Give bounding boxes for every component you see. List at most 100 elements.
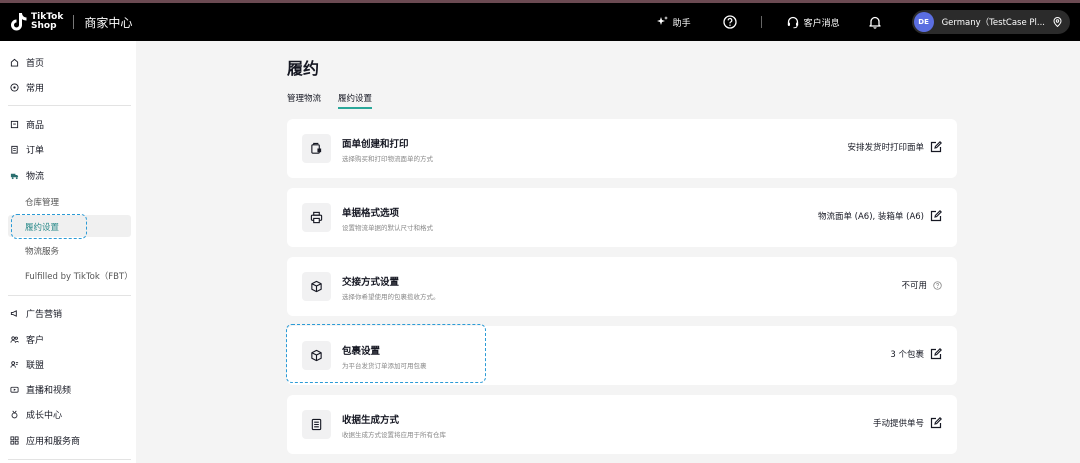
clipboard-icon	[11, 145, 18, 154]
sidebar-item-label: 物流	[26, 172, 45, 182]
edit-icon[interactable]	[930, 417, 942, 429]
apps-grid-icon	[10, 436, 19, 445]
sidebar-divider	[8, 295, 131, 296]
settings-card-document-format[interactable]: 单据格式选项 设置物流单据的默认尺寸和格式 物流面单 (A6), 装箱单 (A6…	[287, 188, 957, 247]
notifications-button[interactable]	[868, 15, 882, 29]
sidebar: 首页 常用 商品 订单 物流 仓库管理 履约设置 物流服务 Fulfilled …	[0, 41, 136, 463]
sidebar-item-affiliate[interactable]: 联盟	[10, 358, 44, 371]
sidebar-item-growth[interactable]: 成长中心	[10, 408, 62, 421]
card-value: 手动提供单号	[873, 417, 942, 429]
card-description: 选择购买和打印物流面单的方式	[342, 155, 433, 163]
help-icon	[722, 15, 737, 29]
megaphone-icon	[10, 310, 17, 317]
account-name: Germany（TestCase Pl...	[941, 18, 1045, 28]
location-pin-icon	[1053, 17, 1062, 27]
sidebar-item-customers[interactable]: 客户	[10, 333, 44, 346]
sidebar-item-live-video[interactable]: 直播和视频	[10, 383, 71, 396]
package-icon	[302, 272, 331, 301]
truck-icon	[10, 173, 19, 180]
settings-card-label-printing[interactable]: 面单创建和打印 选择购买和打印物流面单的方式 安排发货时打印面单	[287, 119, 957, 178]
sidebar-item-common[interactable]: 常用	[10, 81, 44, 94]
brand-title: 商家中心	[84, 15, 133, 30]
card-title: 交接方式设置	[342, 277, 400, 288]
brand[interactable]: TikTok Shop 商家中心	[0, 12, 132, 32]
account-switcher[interactable]: DE Germany（TestCase Pl...	[911, 10, 1070, 34]
label-print-icon	[302, 134, 331, 163]
card-value: 物流面单 (A6), 装箱单 (A6)	[818, 210, 942, 222]
card-value: 安排发货时打印面单	[847, 141, 942, 153]
video-icon	[10, 386, 19, 393]
sidebar-divider	[8, 105, 131, 106]
edit-icon[interactable]	[930, 210, 942, 222]
card-description: 收据生成方式设置将应用于所有仓库	[342, 431, 446, 439]
headset-icon	[787, 16, 798, 29]
bell-icon	[868, 16, 881, 29]
home-icon	[10, 58, 19, 67]
sidebar-item-apps[interactable]: 应用和服务商	[10, 434, 80, 447]
page-title: 履约	[287, 59, 320, 78]
tab-fulfillment-settings[interactable]: 履约设置	[338, 92, 373, 109]
affiliate-icon	[10, 361, 19, 368]
sidebar-item-label: 直播和视频	[26, 386, 72, 396]
settings-card-receipt-generation[interactable]: 收据生成方式 收据生成方式设置将应用于所有仓库 手动提供单号	[287, 395, 957, 454]
card-value: 3 个包裹	[890, 348, 942, 360]
sidebar-item-ads[interactable]: 广告营销	[10, 307, 62, 320]
top-navigation-bar: TikTok Shop 商家中心 助手 客户消息 DE Germany（Test…	[0, 3, 1080, 41]
tiktok-logo-icon	[10, 12, 28, 32]
topbar-divider	[760, 16, 762, 28]
focus-highlight	[11, 214, 87, 239]
sidebar-item-fbt[interactable]: Fulfilled by TikTok（FBT）	[25, 270, 133, 282]
star-circle-icon	[10, 83, 19, 92]
sidebar-item-orders[interactable]: 订单	[10, 143, 44, 156]
assistant-label: 助手	[672, 18, 691, 29]
card-value-text: 物流面单 (A6), 装箱单 (A6)	[817, 212, 924, 222]
brand-line-2: Shop	[31, 21, 57, 31]
info-icon[interactable]	[933, 280, 942, 290]
sidebar-item-label: 商品	[26, 121, 45, 131]
customer-messages-button[interactable]: 客户消息	[786, 15, 840, 29]
card-title: 面单创建和打印	[342, 139, 409, 150]
customers-icon	[10, 336, 19, 343]
card-title: 单据格式选项	[342, 208, 400, 219]
card-value-text: 3 个包裹	[890, 350, 924, 360]
topbar-actions: 助手 客户消息 DE Germany（TestCase Pl...	[655, 3, 1080, 41]
sidebar-item-label: 首页	[26, 59, 45, 69]
sidebar-item-label: 常用	[26, 84, 45, 94]
sidebar-item-logistics-services[interactable]: 物流服务	[25, 245, 59, 257]
sidebar-item-label: 联盟	[26, 361, 45, 371]
assistant-button[interactable]: 助手	[655, 15, 691, 29]
card-value-text: 安排发货时打印面单	[847, 143, 924, 153]
card-value-text: 手动提供单号	[872, 419, 924, 429]
customer-messages-label: 客户消息	[803, 18, 840, 29]
sidebar-item-label: 客户	[26, 336, 45, 346]
sidebar-item-products[interactable]: 商品	[10, 118, 44, 131]
sidebar-item-logistics[interactable]: 物流	[10, 169, 44, 182]
printer-icon	[302, 203, 331, 232]
card-value: 不可用	[901, 279, 942, 291]
card-value-text: 不可用	[901, 281, 927, 291]
sidebar-divider	[8, 459, 131, 460]
card-description: 选择你希望使用的包裹揽收方式。	[342, 293, 440, 301]
focus-highlight	[286, 324, 486, 383]
product-box-icon	[10, 120, 19, 129]
medal-icon	[11, 410, 18, 419]
edit-icon[interactable]	[930, 348, 942, 360]
brand-divider	[73, 15, 75, 29]
tab-manage-logistics[interactable]: 管理物流	[287, 92, 321, 109]
sparkle-icon	[656, 16, 668, 25]
help-button[interactable]	[722, 15, 737, 29]
sidebar-item-home[interactable]: 首页	[10, 56, 44, 69]
card-title: 收据生成方式	[342, 415, 400, 426]
brand-wordmark: TikTok Shop	[31, 13, 63, 31]
receipt-icon	[302, 410, 331, 439]
sidebar-item-label: 广告营销	[26, 310, 63, 320]
settings-card-handover-method[interactable]: 交接方式设置 选择你希望使用的包裹揽收方式。 不可用	[287, 257, 957, 316]
avatar: DE	[913, 12, 934, 32]
card-description: 设置物流单据的默认尺寸和格式	[342, 224, 433, 232]
sidebar-item-label: 成长中心	[26, 411, 63, 421]
tab-bar: 管理物流 履约设置	[287, 92, 373, 109]
sidebar-item-label: 应用和服务商	[26, 437, 81, 447]
edit-icon[interactable]	[930, 141, 942, 153]
sidebar-item-label: 订单	[26, 146, 45, 156]
sidebar-item-warehouse[interactable]: 仓库管理	[25, 196, 59, 208]
